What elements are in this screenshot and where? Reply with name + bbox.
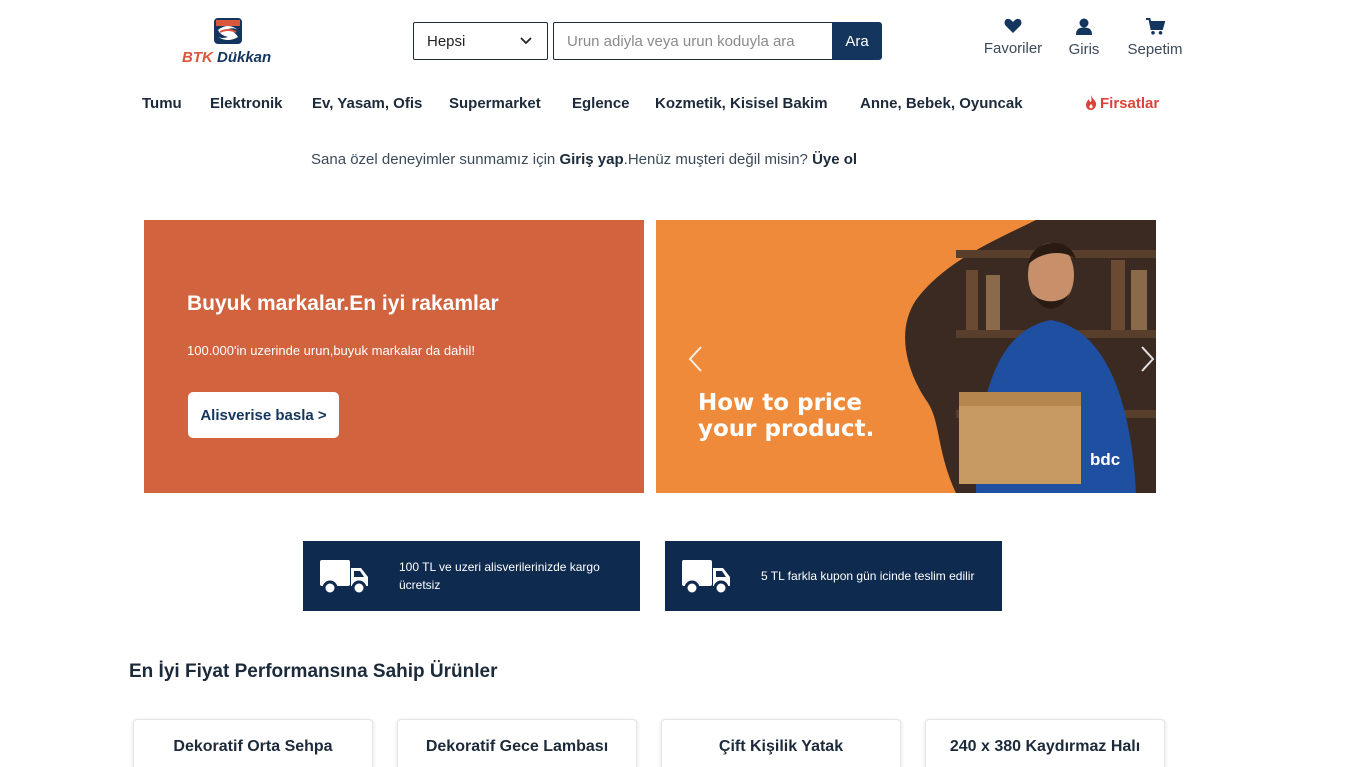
product-title: Çift Kişilik Yatak [718,738,844,755]
nav-item-ev-yasam-ofis[interactable]: Ev, Yasam, Ofis [312,95,422,112]
chevron-down-icon [520,37,532,45]
products-section-title: En İyi Fiyat Performansına Sahip Ürünler [129,661,498,682]
carousel-slide-text: How to price your product. [698,390,874,442]
login-label: Giris [1068,41,1100,58]
favorites-link[interactable]: Favoriler [983,18,1043,57]
login-prompt: Sana özel deneyimler sunmamız için Giriş… [311,151,857,168]
nav-item-supermarket[interactable]: Supermarket [449,95,541,112]
search-button[interactable]: Ara [832,22,882,60]
carousel-slide-line2: your product. [698,416,875,442]
info-card-free-shipping: 100 TL ve uzeri alisverilerinizde kargo … [303,541,640,611]
cart-link[interactable]: Sepetim [1124,18,1186,58]
nav-item-kozmetik[interactable]: Kozmetik, Kisisel Bakim [655,95,828,112]
site-logo[interactable]: BTK Dükkan [180,16,284,70]
login-prompt-signup-link[interactable]: Üye ol [812,151,857,168]
search-input[interactable] [553,22,833,60]
logo-emblem-icon [214,18,242,44]
logo-text: BTK Dükkan [182,49,272,66]
info-card-text: 5 TL farkla kupon gün icinde teslim edil… [761,569,975,583]
hero-title: Buyuk markalar.En iyi rakamlar [187,292,499,315]
category-nav: Tumu Elektronik Ev, Yasam, Ofis Supermar… [0,95,1349,117]
nav-item-eglence[interactable]: Eglence [572,95,630,112]
product-card[interactable]: Çift Kişilik Yatak [661,719,901,767]
nav-item-anne-bebek[interactable]: Anne, Bebek, Oyuncak [860,95,1023,112]
nav-item-firsatlar[interactable]: Firsatlar [1085,95,1159,112]
login-prompt-login-link[interactable]: Giriş yap [559,151,623,168]
category-select[interactable]: Hepsi [413,22,548,60]
info-card-text: 100 TL ve uzeri alisverilerinizde kargo … [399,560,600,592]
info-card-same-day: 5 TL farkla kupon gün icinde teslim edil… [665,541,1002,611]
login-prompt-text2: .Henüz muşteri değil misin? [623,151,813,168]
category-select-value: Hepsi [427,32,466,50]
hero-banner: Buyuk markalar.En iyi rakamlar 100.000'i… [144,220,644,493]
nav-item-elektronik[interactable]: Elektronik [210,95,283,112]
product-title: Dekoratif Gece Lambası [425,738,609,755]
truck-icon [682,560,730,596]
promo-carousel: How to price your product. bdc [656,220,1156,493]
login-prompt-text1: Sana özel deneyimler sunmamız için [311,151,560,168]
product-card[interactable]: Dekoratif Gece Lambası [397,719,637,767]
carousel-slide-image [905,220,1156,493]
product-title: 240 x 380 Kaydırmaz Halı [949,738,1141,755]
user-icon [1076,18,1092,35]
login-link[interactable]: Giris [1064,18,1104,58]
carousel-brand: bdc [1090,450,1121,469]
firsatlar-label: Firsatlar [1100,95,1160,112]
truck-icon [320,560,368,596]
cart-label: Sepetim [1127,41,1183,58]
hero-subtitle: 100.000'in uzerinde urun,buyuk markalar … [187,343,475,358]
carousel-next-icon[interactable] [1139,345,1156,373]
product-card[interactable]: Dekoratif Orta Sehpa [133,719,373,767]
nav-item-tumu[interactable]: Tumu [142,95,182,112]
start-shopping-button[interactable]: Alisverise basla > [188,392,339,438]
carousel-prev-icon[interactable] [686,345,704,373]
product-card[interactable]: 240 x 380 Kaydırmaz Halı [925,719,1165,767]
heart-icon [1004,18,1022,33]
carousel-slide-line1: How to price [698,390,863,416]
product-title: Dekoratif Orta Sehpa [173,738,333,755]
cart-icon [1145,18,1165,35]
favorites-label: Favoriler [983,40,1043,57]
flame-icon [1086,95,1097,110]
